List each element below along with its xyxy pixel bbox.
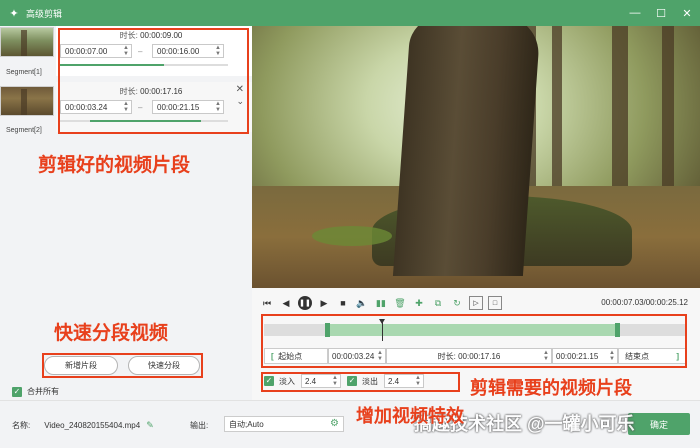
skip-start-icon[interactable]: ⏮: [260, 296, 274, 310]
checkbox-icon[interactable]: ✓: [12, 386, 22, 397]
pencil-icon[interactable]: ✎: [146, 420, 154, 431]
segment-thumbnail-2[interactable]: [0, 86, 54, 116]
close-icon[interactable]: ✕: [674, 0, 700, 26]
mark-out-icon[interactable]: □: [488, 296, 502, 310]
gear-icon[interactable]: ⚙: [330, 418, 339, 429]
quick-split-button[interactable]: 快速分段: [128, 356, 200, 375]
playback-toolbar: ⏮ ◀ ❚❚ ▶ ■ 🔈 ▮▮ 🗑 ✚ ⧉ ↻ ▷ □: [260, 296, 507, 310]
mark-in-icon[interactable]: ▷: [469, 296, 483, 310]
file-name-row: 名称: Video_240820155404.mp4 ✎: [12, 420, 154, 431]
tree-trunk: [392, 26, 542, 276]
output-label: 输出:: [190, 421, 209, 430]
stop-icon[interactable]: ■: [336, 296, 350, 310]
window-controls: — ☐ ✕: [622, 0, 700, 26]
time-readout: 00:00:07.03/00:00:25.12: [601, 298, 688, 307]
annotation-box-segments: [58, 28, 249, 134]
split-icon[interactable]: ▮▮: [374, 296, 388, 310]
annotation-box-trim: [261, 314, 687, 368]
pause-icon[interactable]: ❚❚: [298, 296, 312, 310]
add-segment-button[interactable]: 新增片段: [44, 356, 118, 375]
segment-label-2: Segment[2]: [6, 127, 42, 134]
app-logo-icon: ✦: [9, 7, 19, 20]
step-back-icon[interactable]: ◀: [279, 296, 293, 310]
maximize-icon[interactable]: ☐: [648, 0, 674, 26]
annotation-box-fade: [261, 372, 460, 392]
video-preview[interactable]: [252, 26, 700, 288]
merge-all-checkbox[interactable]: ✓ 合并所有: [12, 386, 59, 397]
annotation-edited-segments: 剪辑好的视频片段: [38, 155, 191, 176]
copy-icon[interactable]: ⧉: [431, 296, 445, 310]
moss-patch: [312, 226, 392, 246]
window-title: 高级剪辑: [26, 8, 63, 19]
annotation-quick-split: 快速分段视频: [54, 323, 169, 344]
step-forward-icon[interactable]: ▶: [317, 296, 331, 310]
bottom-bar: 名称: Video_240820155404.mp4 ✎ 输出: 自动;Auto…: [0, 400, 700, 448]
confirm-button[interactable]: 确定: [628, 413, 690, 435]
segment-thumbnail-1[interactable]: [0, 27, 54, 57]
delete-icon[interactable]: 🗑: [393, 296, 407, 310]
reset-icon[interactable]: ↻: [450, 296, 464, 310]
annotation-add-transition: 增加视频特效: [356, 406, 464, 426]
segment-label-1: Segment[1]: [6, 69, 42, 76]
file-name: Video_240820155404.mp4: [44, 421, 141, 430]
volume-icon[interactable]: 🔈: [355, 296, 369, 310]
minimize-icon[interactable]: —: [622, 0, 648, 26]
output-select[interactable]: 自动;Auto ⚙: [224, 416, 344, 432]
title-bar: ✦ 高级剪辑 — ☐ ✕: [0, 0, 700, 26]
annotation-needed-segment: 剪辑需要的视频片段: [470, 378, 632, 398]
add-icon[interactable]: ✚: [412, 296, 426, 310]
